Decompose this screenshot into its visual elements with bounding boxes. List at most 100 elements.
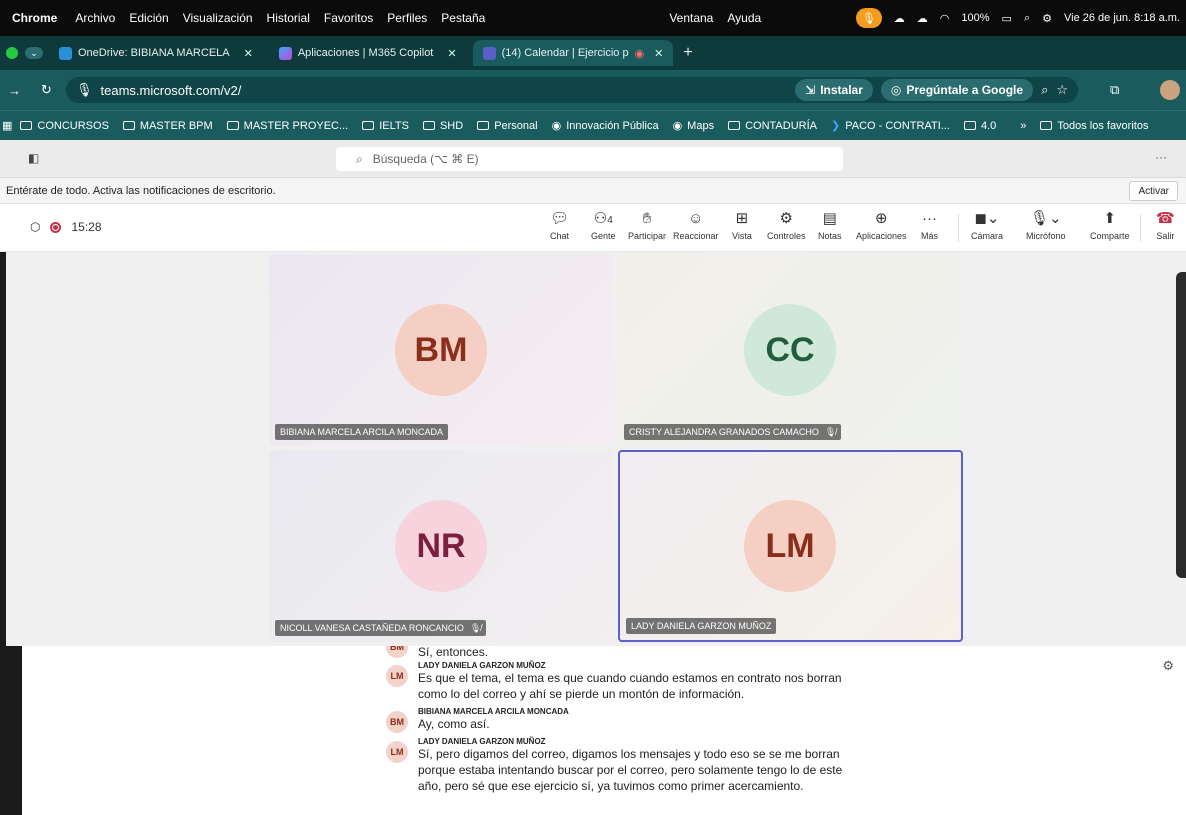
- view-button[interactable]: ⊞ Vista: [732, 210, 752, 241]
- paco-icon: ❯: [831, 120, 841, 132]
- apps-grid-icon[interactable]: ▦: [2, 119, 12, 132]
- menubar-app-name[interactable]: Chrome: [12, 11, 57, 25]
- ask-google-label: Pregúntale a Google: [906, 83, 1024, 97]
- bookmark-star-icon[interactable]: ☆: [1056, 82, 1068, 98]
- raise-label: Participar: [628, 231, 667, 241]
- menubar-clock[interactable]: Vie 26 de jun. 8:18 a.m.: [1064, 12, 1180, 24]
- people-button[interactable]: ⚇4 Gente: [591, 210, 616, 241]
- ask-google-button[interactable]: ◎ Pregúntale a Google: [880, 79, 1034, 101]
- react-button[interactable]: ☺ Reaccionar: [673, 210, 719, 241]
- sidebar-toggle-icon[interactable]: ◧: [28, 151, 39, 165]
- install-label: Instalar: [820, 83, 863, 97]
- tab-calendar[interactable]: (14) Calendar | Ejercicio p ◉ ✕: [472, 40, 674, 66]
- bookmark-concursos[interactable]: CONCURSOS: [20, 120, 109, 132]
- participant-name-text: LADY DANIELA GARZON MUÑOZ: [631, 621, 772, 631]
- bookmark-master-proyec[interactable]: MASTER PROYEC...: [226, 120, 348, 132]
- notes-button[interactable]: ▤ Notas: [818, 210, 842, 241]
- bookmark-4-0[interactable]: 4.0: [963, 119, 997, 132]
- install-icon: ⇲: [805, 83, 816, 97]
- bookmark-label: PACO - CONTRATI...: [845, 119, 950, 132]
- share-icon: ⬆: [1103, 210, 1117, 227]
- bookmark-label: Innovación Pública: [566, 119, 659, 132]
- wifi-icon[interactable]: ◠: [940, 12, 950, 25]
- profile-avatar[interactable]: [1160, 80, 1180, 100]
- share-button[interactable]: ⬆ Comparte: [1090, 210, 1130, 241]
- menu-favoritos[interactable]: Favoritos: [324, 11, 373, 25]
- caption-settings-icon[interactable]: ⚙: [1162, 658, 1174, 674]
- spotlight-icon[interactable]: ⌕: [1024, 12, 1030, 25]
- bookmark-personal[interactable]: Personal: [477, 120, 538, 132]
- participant-tile-nr[interactable]: NR NICOLL VANESA CASTAÑEDA RONCANCIO 🎙︎̸: [269, 450, 614, 642]
- battery-percent: 100%: [961, 12, 990, 24]
- tab-copilot[interactable]: Aplicaciones | M365 Copilot ✕: [269, 40, 467, 66]
- menu-perfiles[interactable]: Perfiles: [387, 11, 427, 25]
- sync-icon[interactable]: ☁: [917, 12, 928, 25]
- bookmark-all[interactable]: Todos los favoritos: [1040, 120, 1148, 132]
- avatar: NR: [395, 500, 487, 592]
- menu-edicion[interactable]: Edición: [129, 11, 168, 25]
- bookmark-shd[interactable]: SHD: [422, 120, 463, 132]
- menu-archivo[interactable]: Archivo: [75, 11, 115, 25]
- site-info-icon[interactable]: 🎙: [76, 82, 93, 98]
- menu-ventana[interactable]: Ventana: [669, 11, 713, 25]
- battery-icon[interactable]: ▭: [1002, 12, 1012, 25]
- leave-button[interactable]: ☎ Salir: [1156, 210, 1175, 241]
- participant-tile-lm[interactable]: LM LADY DANIELA GARZON MUÑOZ: [618, 450, 963, 642]
- extensions-icon[interactable]: ⧉: [1110, 82, 1119, 98]
- close-icon[interactable]: ✕: [244, 47, 253, 60]
- url-field[interactable]: 🎙 teams.microsoft.com/v2/ ⇲ Instalar ◎ Pre…: [66, 77, 1078, 103]
- caption-text: Sí, entonces.: [418, 646, 489, 659]
- window-zoom-button[interactable]: [6, 47, 18, 59]
- bookmark-master-bpm[interactable]: MASTER BPM: [122, 120, 213, 132]
- side-panel-edge[interactable]: [1176, 272, 1186, 578]
- menu-ayuda[interactable]: Ayuda: [727, 11, 761, 25]
- close-icon[interactable]: ✕: [654, 47, 663, 60]
- mic-in-use-icon[interactable]: 🎙: [855, 8, 882, 28]
- participant-tile-cc[interactable]: CC CRISTY ALEJANDRA GRANADOS CAMACHO 🎙︎̸: [618, 254, 963, 446]
- zoom-icon[interactable]: ☁: [894, 12, 905, 25]
- participant-name: LADY DANIELA GARZON MUÑOZ: [626, 618, 777, 634]
- bookmark-ielts[interactable]: IELTS: [362, 120, 409, 132]
- participant-tile-bm[interactable]: BM BIBIANA MARCELA ARCILA MONCADA: [269, 254, 614, 446]
- reload-icon[interactable]: ↻: [41, 82, 52, 98]
- menu-historial[interactable]: Historial: [267, 11, 310, 25]
- controls-button[interactable]: ⚙ Controles: [767, 210, 806, 241]
- install-button[interactable]: ⇲ Instalar: [795, 79, 873, 101]
- url-text[interactable]: teams.microsoft.com/v2/: [101, 83, 242, 98]
- folder-icon: [477, 121, 490, 130]
- menu-visualizacion[interactable]: Visualización: [183, 11, 253, 25]
- bookmark-label: 4.0: [980, 119, 997, 132]
- caption-text: Sí, pero digamos del correo, digamos los…: [418, 747, 843, 793]
- more-options-icon[interactable]: ···: [1155, 150, 1167, 164]
- close-icon[interactable]: ✕: [447, 47, 456, 60]
- bookmark-label: CONTADURÍA: [745, 119, 817, 132]
- caption-entry: BM BIBIANA MARCELA ARCILA MONCADA Ay, co…: [386, 707, 846, 733]
- browser-tab-strip: ⌄ OneDrive: BIBIANA MARCELA ✕ Aplicacion…: [0, 36, 1186, 70]
- activate-button[interactable]: Activar: [1129, 181, 1178, 201]
- new-tab-icon[interactable]: +: [683, 44, 692, 62]
- bookmark-paco[interactable]: ❯ PACO - CONTRATI...: [831, 119, 950, 133]
- globe-icon: ◉: [672, 120, 683, 132]
- camera-button[interactable]: ◼︎⌄ Cámara: [971, 210, 1003, 241]
- tab-onedrive[interactable]: OneDrive: BIBIANA MARCELA ✕: [49, 40, 263, 66]
- menu-pestana[interactable]: Pestaña: [441, 11, 485, 25]
- bookmark-contaduria[interactable]: CONTADURÍA: [728, 120, 817, 132]
- zoom-icon[interactable]: ⌕: [1041, 82, 1048, 98]
- apps-button[interactable]: ⊕ Aplicaciones: [856, 210, 907, 241]
- bookmark-innovacion[interactable]: ◉ Innovación Pública: [552, 119, 659, 133]
- more-button[interactable]: ··· Más: [921, 210, 938, 241]
- control-center-icon[interactable]: ⚙: [1042, 12, 1052, 25]
- meeting-timer: 15:28: [71, 220, 102, 234]
- bookmark-maps[interactable]: ◉ Maps: [672, 119, 715, 133]
- tab-search-icon[interactable]: ⌄: [25, 47, 43, 59]
- forward-icon[interactable]: →: [8, 83, 21, 98]
- camera-label: Cámara: [971, 231, 1004, 241]
- people-count: 4: [607, 215, 613, 226]
- raise-hand-button[interactable]: ✋︎ Participar: [628, 210, 666, 241]
- chat-button[interactable]: 💬︎ Chat: [550, 210, 569, 241]
- more-bookmarks-icon[interactable]: »: [1020, 120, 1026, 132]
- mic-button[interactable]: 🎙︎⌄ Micrófono: [1026, 210, 1066, 241]
- search-input[interactable]: ⌕ Búsqueda (⌥ ⌘ E): [336, 147, 843, 171]
- bookmark-label: IELTS: [379, 119, 409, 132]
- react-label: Reaccionar: [673, 231, 719, 241]
